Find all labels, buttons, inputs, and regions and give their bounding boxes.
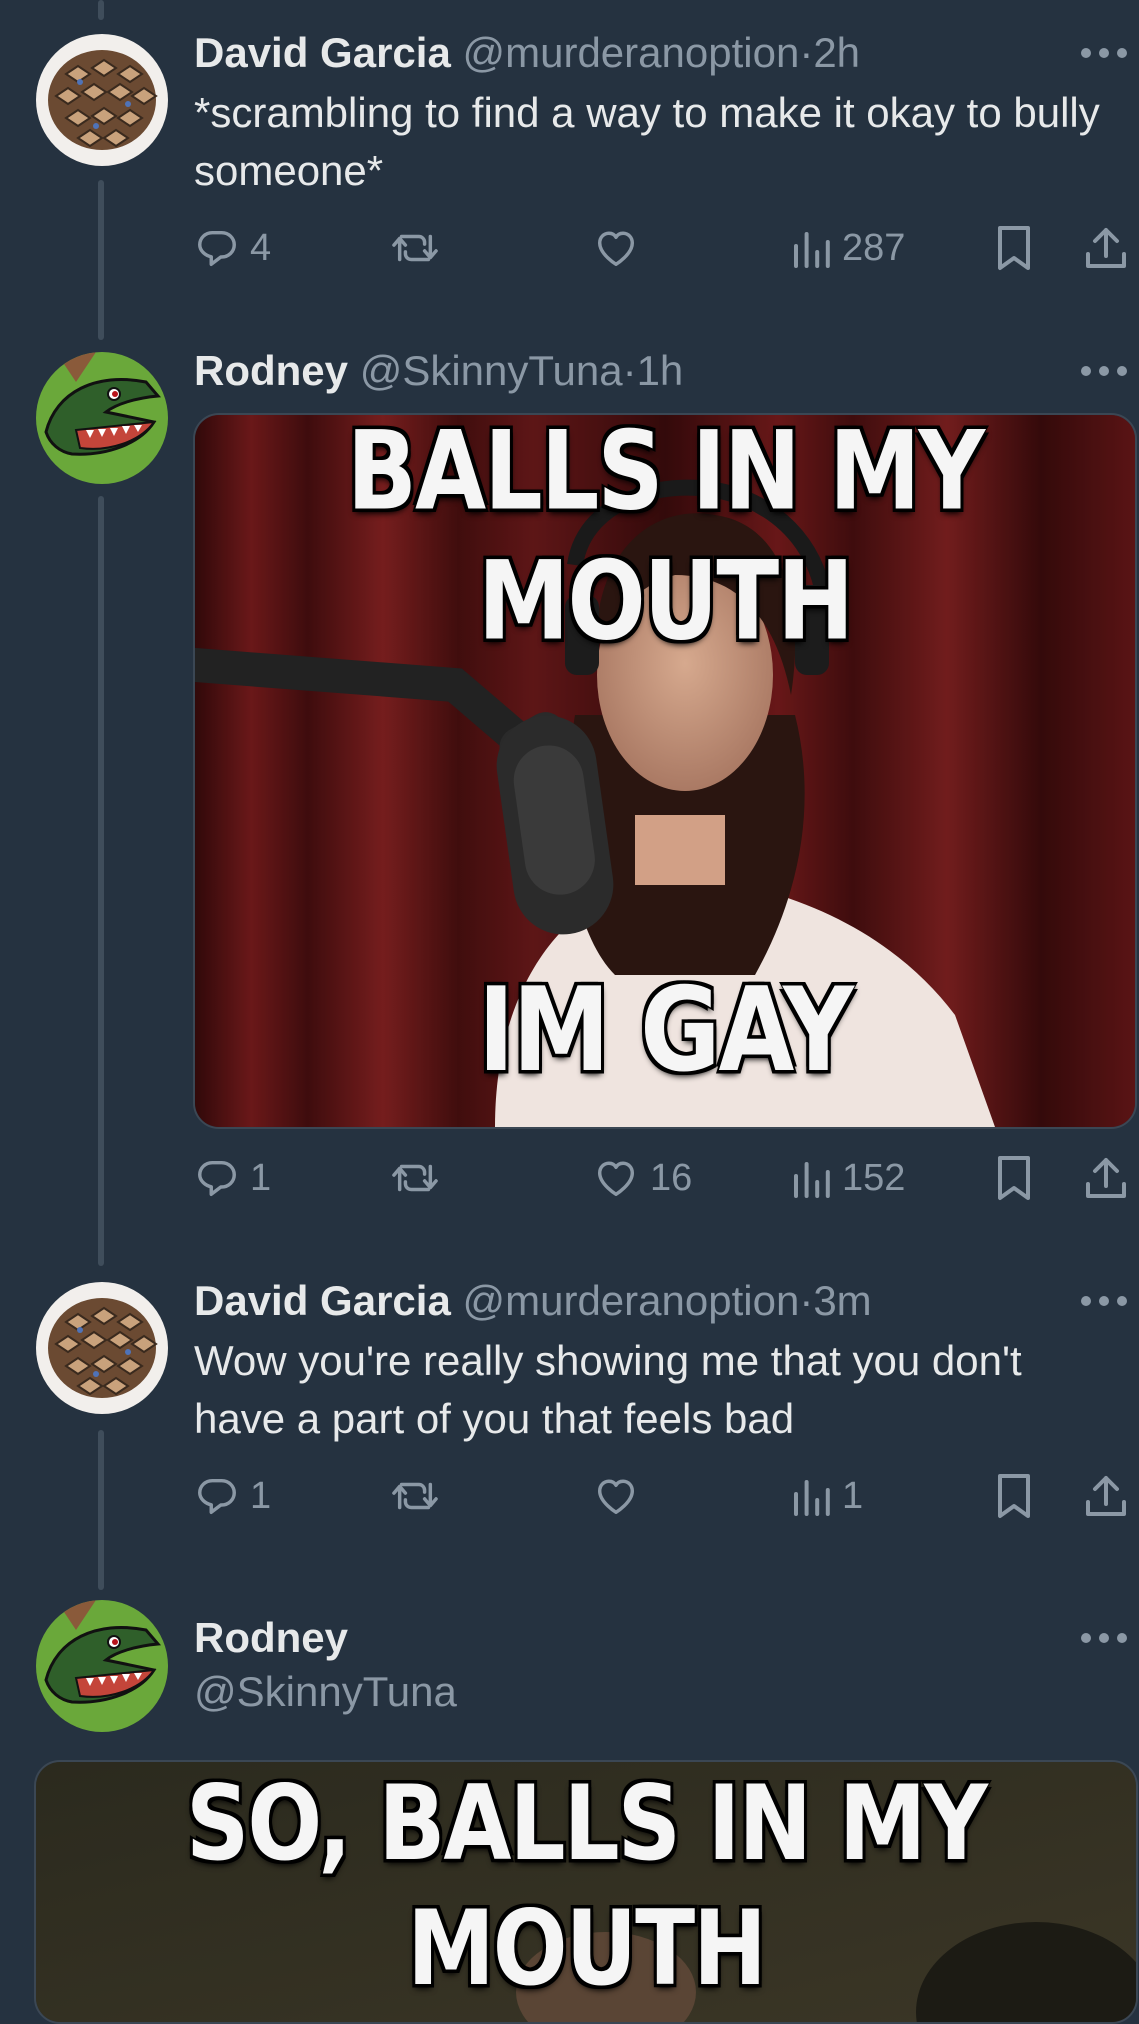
heart-icon xyxy=(597,1161,635,1197)
reply-icon xyxy=(198,1160,236,1197)
author-handle[interactable]: @SkinnyTuna xyxy=(194,1668,1139,1716)
separator-dot: · xyxy=(799,29,814,76)
retweet-icon xyxy=(392,234,438,262)
share-button[interactable] xyxy=(1084,218,1128,278)
bookmark-button[interactable] xyxy=(994,1466,1034,1526)
focused-tweet[interactable]: Rodney @SkinnyTuna SO, BALLS IN MY MOUTH xyxy=(0,1578,1139,2024)
separator-dot: · xyxy=(622,347,637,394)
tweet-media[interactable]: BALLS IN MY MOUTH IM GAY xyxy=(193,413,1137,1129)
author-handle[interactable]: @murderanoption xyxy=(462,1277,799,1324)
views-button[interactable]: 152 xyxy=(792,1148,905,1208)
views-count: 1 xyxy=(842,1474,864,1517)
views-count: 152 xyxy=(842,1156,906,1199)
meme-top-text: BALLS IN MY MOUTH xyxy=(346,413,985,665)
avatar[interactable] xyxy=(36,34,168,166)
more-icon[interactable] xyxy=(1081,1296,1127,1308)
timestamp[interactable]: 3m xyxy=(813,1277,871,1324)
views-icon xyxy=(794,1162,830,1198)
action-bar: 1 16 152 xyxy=(194,1148,1139,1208)
retweet-button[interactable] xyxy=(390,1466,450,1526)
tweet-header: Rodney @SkinnyTuna·1h xyxy=(194,347,1139,395)
reply-icon xyxy=(198,1478,236,1515)
avatar[interactable] xyxy=(36,1600,168,1732)
share-icon xyxy=(1086,1476,1126,1516)
views-button[interactable]: 287 xyxy=(792,218,905,278)
share-icon xyxy=(1086,1158,1126,1198)
tweet-media[interactable]: SO, BALLS IN MY MOUTH xyxy=(34,1760,1138,2024)
heart-icon xyxy=(597,1479,635,1515)
author-name[interactable]: David Garcia xyxy=(194,29,451,76)
more-icon[interactable] xyxy=(1081,366,1127,378)
author-name[interactable]: Rodney xyxy=(194,1614,1139,1662)
share-icon xyxy=(1086,228,1126,268)
author-name[interactable]: David Garcia xyxy=(194,1277,451,1324)
reply-button[interactable]: 1 xyxy=(194,1148,271,1208)
tweet-header: Rodney @SkinnyTuna xyxy=(194,1614,1139,1716)
views-icon xyxy=(794,1480,830,1516)
share-button[interactable] xyxy=(1084,1466,1128,1526)
heart-icon xyxy=(597,231,635,267)
tweet-header: David Garcia @murderanoption·3m xyxy=(194,1277,1139,1325)
like-button[interactable] xyxy=(592,1466,650,1526)
tweet[interactable]: David Garcia @murderanoption·3m Wow you'… xyxy=(0,1248,1139,1578)
avatar[interactable] xyxy=(36,352,168,484)
reply-count: 1 xyxy=(250,1156,272,1199)
reply-button[interactable]: 1 xyxy=(194,1466,271,1526)
action-bar: 1 1 xyxy=(194,1466,1139,1526)
like-count: 16 xyxy=(650,1156,693,1199)
retweet-button[interactable] xyxy=(390,218,450,278)
tweet[interactable]: David Garcia @murderanoption·2h *scrambl… xyxy=(0,0,1139,330)
more-icon[interactable] xyxy=(1081,1633,1127,1645)
retweet-icon xyxy=(392,1482,438,1510)
views-icon xyxy=(794,232,830,268)
timestamp[interactable]: 1h xyxy=(637,347,684,394)
lizard-avatar-image xyxy=(36,1600,168,1732)
pinecone-avatar-image xyxy=(36,34,168,166)
author-name[interactable]: Rodney xyxy=(194,347,348,394)
views-count: 287 xyxy=(842,226,906,269)
retweet-icon xyxy=(392,1164,438,1192)
meme-top-text: SO, BALLS IN MY MOUTH xyxy=(186,1762,988,2009)
reply-count: 1 xyxy=(250,1474,272,1517)
bookmark-button[interactable] xyxy=(994,218,1034,278)
views-button[interactable]: 1 xyxy=(792,1466,863,1526)
meme-bottom-text: IM GAY xyxy=(478,963,854,1099)
separator-dot: · xyxy=(799,1277,814,1324)
share-button[interactable] xyxy=(1084,1148,1128,1208)
like-button[interactable] xyxy=(592,218,650,278)
author-handle[interactable]: @murderanoption xyxy=(462,29,799,76)
bookmark-icon xyxy=(998,1474,1030,1518)
like-button[interactable]: 16 xyxy=(592,1148,692,1208)
action-bar: 4 287 xyxy=(194,218,1139,278)
more-icon[interactable] xyxy=(1081,48,1127,60)
tweet[interactable]: Rodney @SkinnyTuna·1h BALLS IN MY MOUTH … xyxy=(0,330,1139,1240)
bookmark-icon xyxy=(998,226,1030,270)
tweet-header: David Garcia @murderanoption·2h xyxy=(194,29,1139,77)
author-handle[interactable]: @SkinnyTuna xyxy=(360,347,623,394)
reply-icon xyxy=(198,230,236,267)
reply-button[interactable]: 4 xyxy=(194,218,271,278)
retweet-button[interactable] xyxy=(390,1148,450,1208)
timestamp[interactable]: 2h xyxy=(813,29,860,76)
avatar[interactable] xyxy=(36,1282,168,1414)
pinecone-avatar-image xyxy=(36,1282,168,1414)
tweet-text: *scrambling to find a way to make it oka… xyxy=(194,89,1100,194)
lizard-avatar-image xyxy=(36,352,168,484)
tweet-text: Wow you're really showing me that you do… xyxy=(194,1337,1022,1442)
reply-count: 4 xyxy=(250,226,272,269)
bookmark-button[interactable] xyxy=(994,1148,1034,1208)
bookmark-icon xyxy=(998,1156,1030,1200)
